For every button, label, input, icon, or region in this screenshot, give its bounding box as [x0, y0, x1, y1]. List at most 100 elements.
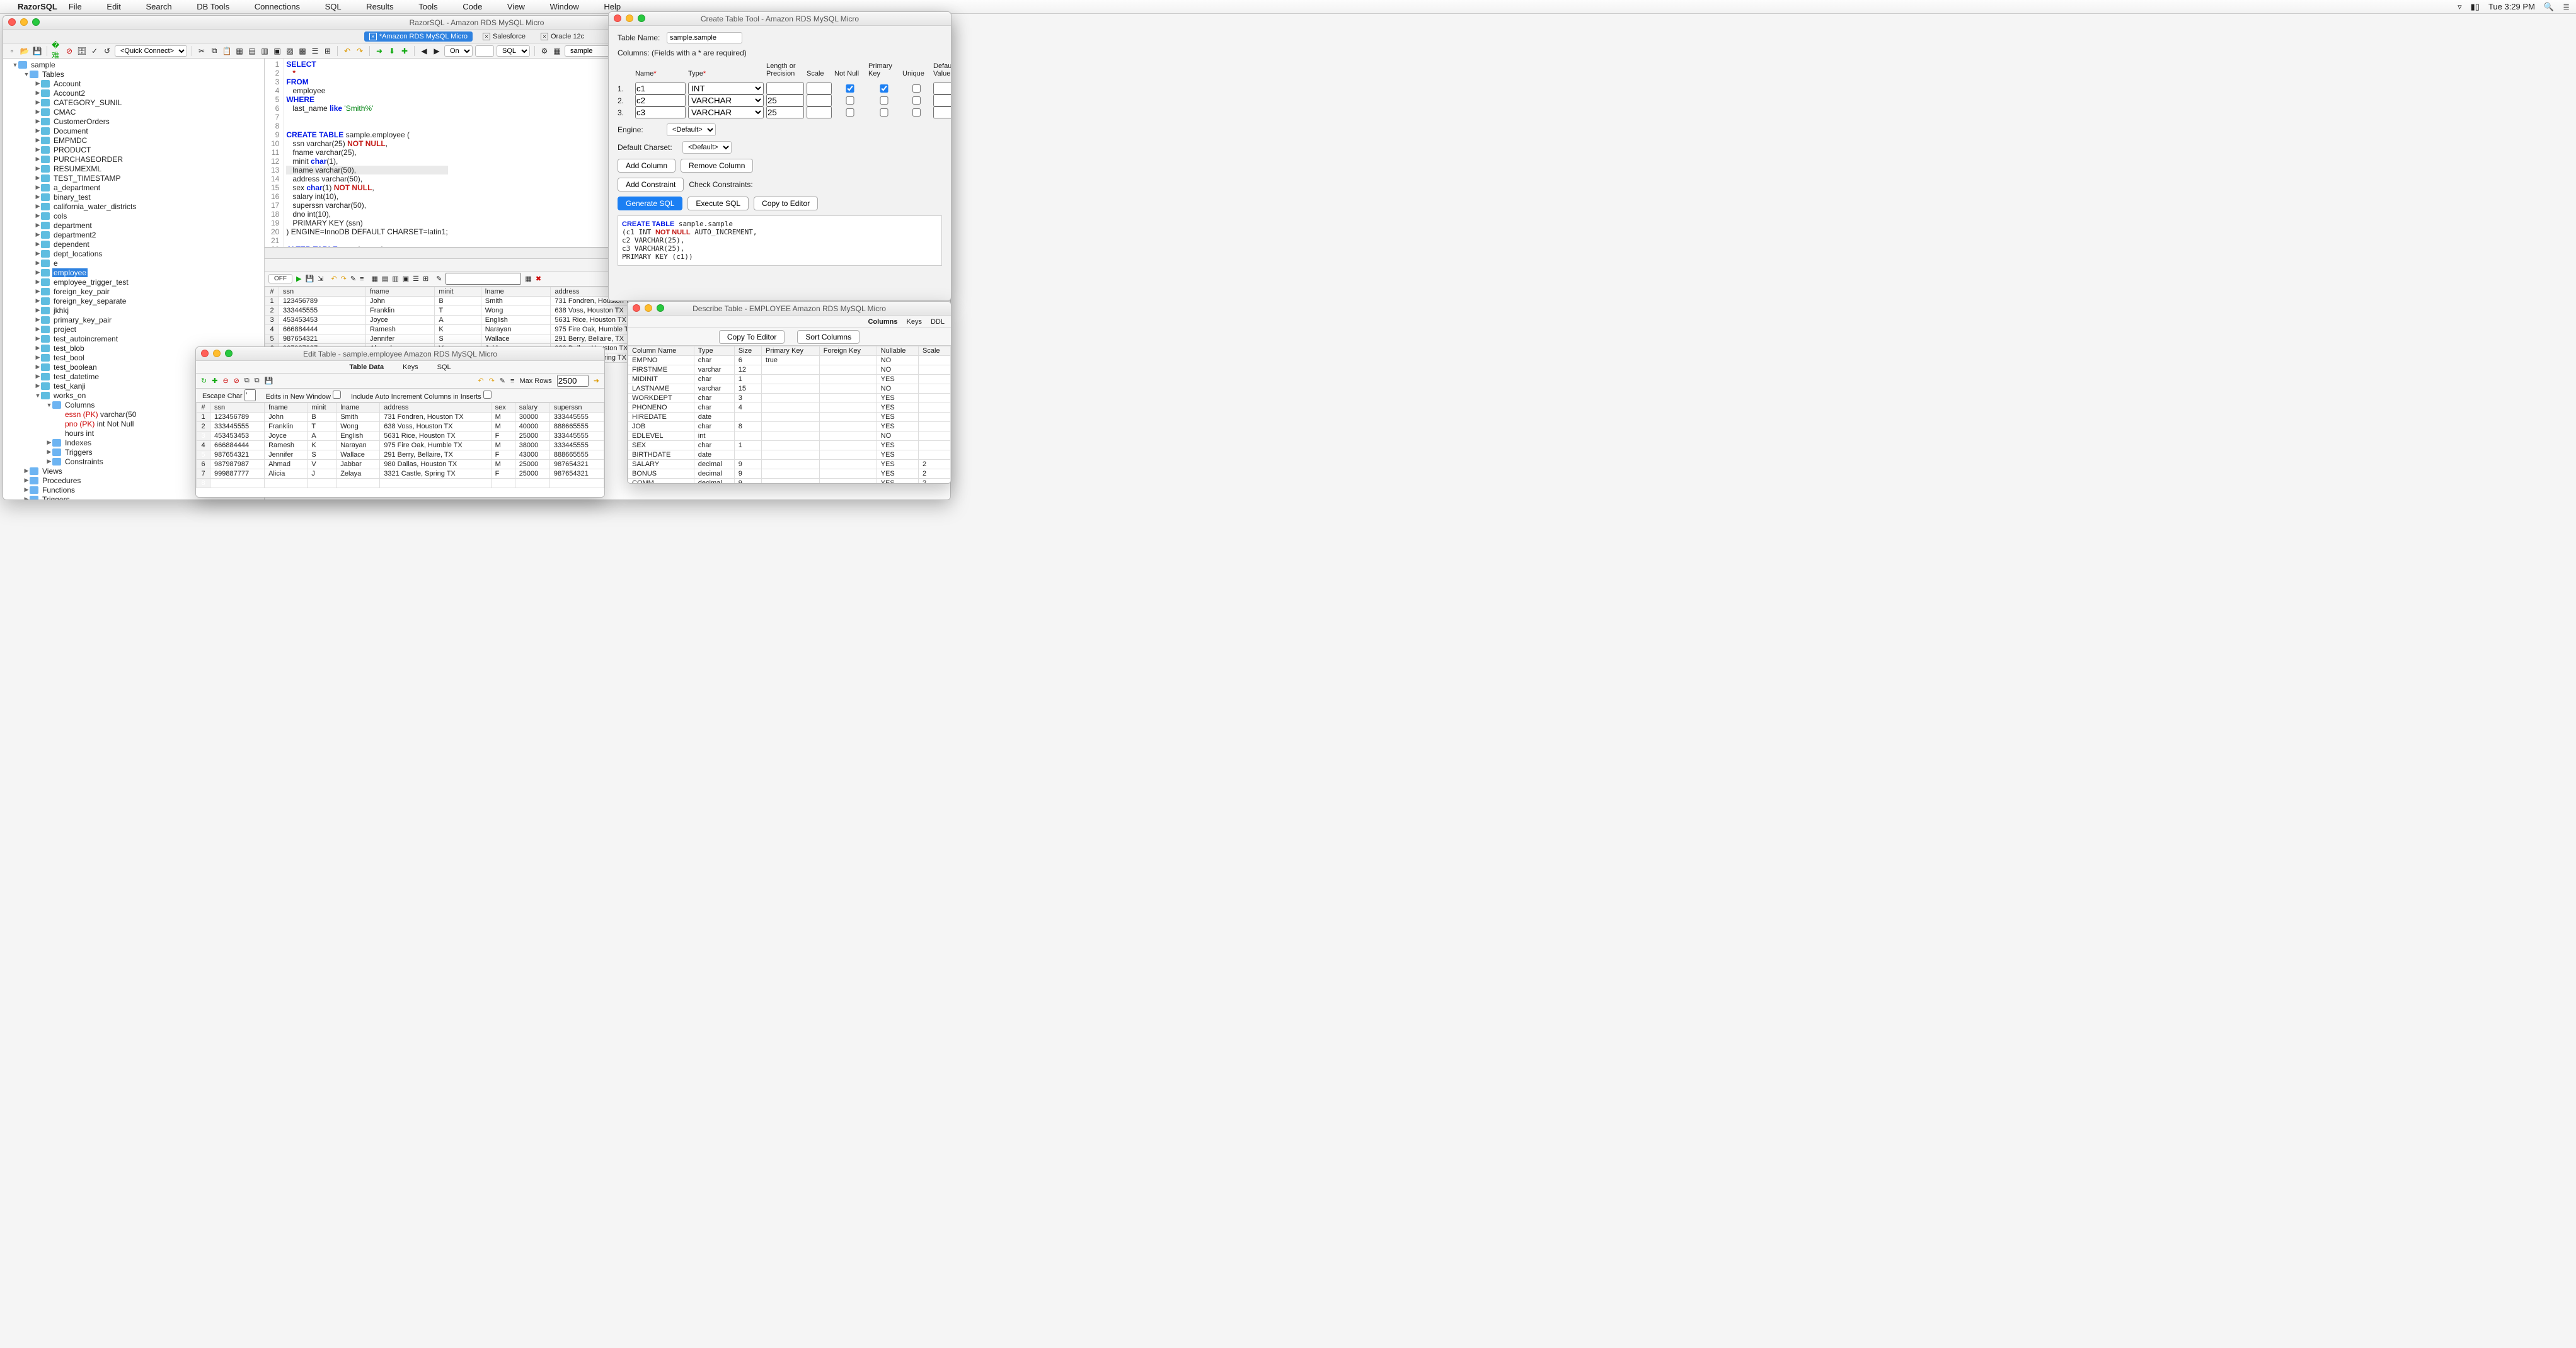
- tree-table-Document[interactable]: ▶Document: [3, 126, 264, 135]
- tab-ddl[interactable]: DDL: [931, 318, 945, 326]
- redo-icon[interactable]: ↷: [489, 377, 495, 385]
- rollback-icon[interactable]: ↺: [102, 46, 112, 56]
- table-row[interactable]: 1123456789JohnBSmith731 Fondren, Houston…: [197, 413, 604, 422]
- go-icon[interactable]: ➜: [594, 377, 599, 385]
- tree-table-dependent[interactable]: ▶dependent: [3, 239, 264, 249]
- table-row[interactable]: MIDINITchar1YES: [628, 375, 951, 384]
- redo-icon[interactable]: ↷: [355, 46, 365, 56]
- col-type-select[interactable]: INT: [688, 83, 764, 94]
- generated-sql[interactable]: CREATE TABLE sample.sample (c1 INT NOT N…: [618, 215, 942, 266]
- col-type-select[interactable]: VARCHAR: [688, 94, 764, 106]
- tree-table-e[interactable]: ▶e: [3, 258, 264, 268]
- save-icon[interactable]: 💾: [305, 275, 314, 283]
- lang-select[interactable]: SQL: [497, 45, 530, 57]
- save-icon[interactable]: 💾: [32, 46, 42, 56]
- tree-table-foreign_key_pair[interactable]: ▶foreign_key_pair: [3, 287, 264, 296]
- tool-icon[interactable]: ✎: [436, 275, 442, 283]
- tree-table-foreign_key_separate[interactable]: ▶foreign_key_separate: [3, 296, 264, 306]
- tool-icon[interactable]: ▦: [234, 46, 244, 56]
- conn-tab[interactable]: ×Oracle 12c: [536, 31, 589, 42]
- tool-icon[interactable]: ▤: [382, 275, 388, 283]
- table-row[interactable]: EMPNOchar6trueNO: [628, 356, 951, 365]
- quick-connect-select[interactable]: <Quick Connect>: [115, 45, 187, 57]
- col-unique-check[interactable]: [902, 96, 931, 105]
- tree-schema[interactable]: ▼sample: [3, 60, 264, 69]
- tree-table-a_department[interactable]: ▶a_department: [3, 183, 264, 192]
- prev-icon[interactable]: ◀: [419, 46, 429, 56]
- table-row[interactable]: 8: [197, 479, 604, 488]
- menu-search[interactable]: Search: [146, 2, 171, 11]
- edit-icon[interactable]: ✎: [500, 377, 505, 385]
- run-icon[interactable]: ➜: [374, 46, 384, 56]
- tab-keys[interactable]: Keys: [907, 318, 922, 326]
- tool-icon[interactable]: ⊞: [423, 275, 428, 283]
- col-scale-input[interactable]: [807, 106, 832, 118]
- max-icon[interactable]: [657, 304, 664, 312]
- col-name-input[interactable]: [635, 83, 686, 94]
- col-pk-check[interactable]: [868, 84, 900, 93]
- table-row[interactable]: SALARYdecimal9YES2: [628, 460, 951, 469]
- off-button[interactable]: OFF: [268, 274, 292, 283]
- menu-sql[interactable]: SQL: [325, 2, 342, 11]
- run-down-icon[interactable]: ⬇: [387, 46, 397, 56]
- conn-tab[interactable]: ×*Amazon RDS MySQL Micro: [364, 31, 473, 42]
- col-length-input[interactable]: [766, 94, 804, 106]
- notif-icon[interactable]: ≣: [2563, 2, 2570, 12]
- tool-icon[interactable]: ☰: [413, 275, 419, 283]
- dup-icon[interactable]: ⧉: [255, 377, 260, 385]
- close-icon[interactable]: [201, 350, 209, 357]
- tab-columns[interactable]: Columns: [868, 318, 897, 326]
- commit-icon[interactable]: ✓: [89, 46, 100, 56]
- close-tab-icon[interactable]: ×: [369, 33, 377, 40]
- undo-icon[interactable]: ↶: [331, 275, 336, 283]
- col-unique-check[interactable]: [902, 84, 931, 93]
- tree-table-employee[interactable]: ▶employee: [3, 268, 264, 277]
- result-search[interactable]: [446, 273, 521, 285]
- stop-icon[interactable]: ⊘: [234, 377, 239, 385]
- tree-table-PRODUCT[interactable]: ▶PRODUCT: [3, 145, 264, 154]
- tree-table-Account2[interactable]: ▶Account2: [3, 88, 264, 98]
- close-icon[interactable]: [614, 14, 621, 22]
- tree-table-project[interactable]: ▶project: [3, 324, 264, 334]
- add-constraint-button[interactable]: Add Constraint: [618, 178, 684, 191]
- tree-table-binary_test[interactable]: ▶binary_test: [3, 192, 264, 202]
- table-row[interactable]: 2333445555FranklinTWong638 Voss, Houston…: [197, 422, 604, 431]
- generate-sql-button[interactable]: Generate SQL: [618, 197, 682, 210]
- col-length-input[interactable]: [766, 106, 804, 118]
- tool-icon[interactable]: ▥: [260, 46, 270, 56]
- table-row[interactable]: 7999887777AliciaJZelaya3321 Castle, Spri…: [197, 469, 604, 479]
- menu-results[interactable]: Results: [366, 2, 393, 11]
- db-icon[interactable]: 🗄: [77, 46, 87, 56]
- disconnect-icon[interactable]: ⊘: [64, 46, 74, 56]
- escape-input[interactable]: [244, 389, 256, 401]
- tool-icon[interactable]: ⊞: [323, 46, 333, 56]
- min-icon[interactable]: [645, 304, 652, 312]
- col-scale-input[interactable]: [807, 83, 832, 94]
- run-plus-icon[interactable]: ✚: [400, 46, 410, 56]
- col-scale-input[interactable]: [807, 94, 832, 106]
- tool-icon[interactable]: ≡: [360, 275, 364, 283]
- col-pk-check[interactable]: [868, 108, 900, 117]
- min-icon[interactable]: [213, 350, 221, 357]
- refresh-icon[interactable]: ↻: [201, 377, 207, 385]
- tree-table-primary_key_pair[interactable]: ▶primary_key_pair: [3, 315, 264, 324]
- menu-code[interactable]: Code: [463, 2, 482, 11]
- tool-icon[interactable]: ▦: [371, 275, 377, 283]
- search-icon[interactable]: 🔍: [2544, 2, 2554, 12]
- tool-icon[interactable]: ▦: [525, 275, 531, 283]
- sort-icon[interactable]: ≡: [510, 377, 514, 385]
- close-icon[interactable]: ✖: [536, 275, 541, 283]
- min-icon[interactable]: [20, 18, 28, 26]
- tree-table-CMAC[interactable]: ▶CMAC: [3, 107, 264, 117]
- cut-icon[interactable]: ✂: [197, 46, 207, 56]
- table-row[interactable]: WORKDEPTchar3YES: [628, 394, 951, 403]
- menu-edit[interactable]: Edit: [106, 2, 120, 11]
- tool-icon[interactable]: ▣: [272, 46, 282, 56]
- engine-select[interactable]: <Default>: [667, 123, 716, 136]
- wifi-icon[interactable]: ▿: [2458, 2, 2462, 12]
- table-row[interactable]: JOBchar8YES: [628, 422, 951, 431]
- undo-icon[interactable]: ↶: [478, 377, 483, 385]
- tool-icon[interactable]: ▣: [403, 275, 409, 283]
- tab-sql[interactable]: SQL: [432, 362, 456, 372]
- table-row[interactable]: COMMdecimal9YES2: [628, 479, 951, 484]
